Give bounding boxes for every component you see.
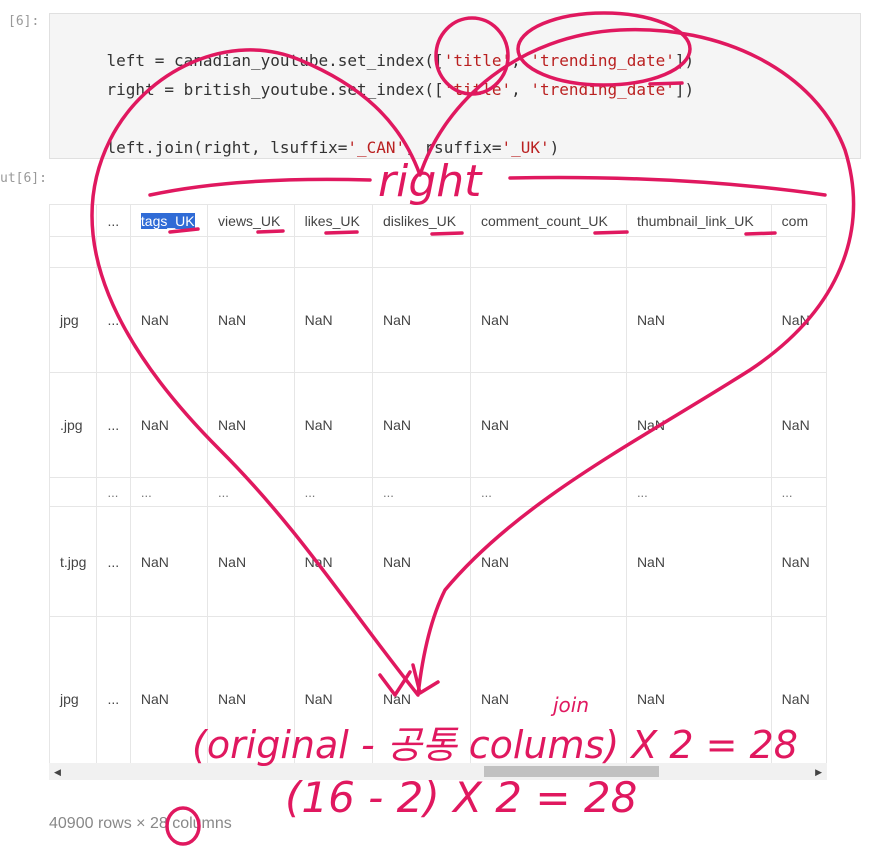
code-line-2: right = british_youtube.set_index(['titl…	[106, 80, 695, 99]
table-cell: NaN	[770, 267, 827, 373]
header-views-uk: views_UK	[207, 204, 295, 237]
dataframe-table: ... tags_UK views_UK likes_UK dislikes_U…	[49, 204, 827, 764]
table-cell: NaN	[470, 506, 627, 617]
table-cell: jpg	[49, 616, 98, 764]
header-row: ... tags_UK views_UK likes_UK dislikes_U…	[49, 204, 827, 237]
annotation-formula-2: (16 - 2) X 2 = 28	[285, 773, 637, 822]
table-cell: ...	[96, 372, 131, 478]
header-index	[49, 204, 98, 237]
table-cell: ...	[96, 506, 131, 617]
table-row: t.jpg ... NaN NaN NaN NaN NaN NaN NaN	[49, 506, 827, 617]
table-cell: ...	[96, 616, 131, 764]
table-cell: NaN	[470, 616, 627, 764]
table-cell: ...	[96, 477, 131, 507]
table-cell: t.jpg	[49, 506, 98, 617]
table-cell: NaN	[293, 267, 373, 373]
header-ellipsis: ...	[96, 204, 131, 237]
table-cell: NaN	[625, 372, 772, 478]
table-cell: NaN	[371, 616, 472, 764]
output-prompt: ut[6]:	[0, 171, 47, 186]
table-cell: .jpg	[49, 372, 98, 478]
table-cell: jpg	[49, 267, 98, 373]
header-comment-count-uk: comment_count_UK	[470, 204, 627, 237]
scroll-thumb[interactable]	[484, 766, 659, 777]
table-cell: NaN	[470, 267, 627, 373]
table-cell: NaN	[207, 616, 295, 764]
input-prompt: [6]:	[8, 14, 40, 29]
table-cell: NaN	[371, 506, 472, 617]
table-cell: NaN	[770, 372, 827, 478]
index-name-row	[49, 236, 827, 268]
right-bracket-left	[148, 177, 372, 197]
table-cell: NaN	[129, 267, 209, 373]
header-com: com	[770, 204, 827, 237]
table-cell: NaN	[129, 372, 209, 478]
table-cell: NaN	[293, 372, 373, 478]
table-cell: NaN	[625, 267, 772, 373]
scroll-right-icon[interactable]: ▶	[815, 767, 822, 778]
right-bracket-right	[508, 175, 827, 197]
table-cell: NaN	[207, 372, 295, 478]
code-line-3: left.join(right, lsuffix='_CAN', rsuffix…	[106, 138, 560, 157]
dataframe-shape: 40900 rows × 28 columns	[49, 815, 232, 832]
ellipsis-row: ... ... ... ... ... ... ... ...	[49, 477, 827, 507]
dataframe-output: ... tags_UK views_UK likes_UK dislikes_U…	[49, 204, 827, 764]
table-cell: NaN	[371, 267, 472, 373]
table-cell: ...	[96, 267, 131, 373]
table-cell: ...	[129, 477, 209, 507]
table-cell: ...	[470, 477, 627, 507]
table-cell: NaN	[129, 616, 209, 764]
table-row: jpg ... NaN NaN NaN NaN NaN NaN NaN	[49, 616, 827, 764]
table-cell: NaN	[625, 616, 772, 764]
table-cell: NaN	[770, 616, 827, 764]
scroll-left-icon[interactable]: ◀	[54, 767, 61, 778]
table-row: .jpg ... NaN NaN NaN NaN NaN NaN NaN	[49, 372, 827, 478]
header-dislikes-uk: dislikes_UK	[371, 204, 472, 237]
table-cell: ...	[625, 477, 772, 507]
table-cell: NaN	[770, 506, 827, 617]
code-cell[interactable]: left = canadian_youtube.set_index(['titl…	[49, 13, 861, 159]
horizontal-scrollbar[interactable]: ◀ ▶	[49, 763, 827, 780]
header-likes-uk: likes_UK	[293, 204, 373, 237]
selected-text: tags_UK	[140, 212, 195, 229]
table-cell	[49, 477, 98, 507]
header-tags-uk: tags_UK	[129, 204, 209, 237]
table-cell: NaN	[207, 506, 295, 617]
table-cell: NaN	[470, 372, 627, 478]
table-cell: ...	[293, 477, 373, 507]
table-cell: NaN	[129, 506, 209, 617]
header-thumbnail-link-uk: thumbnail_link_UK	[625, 204, 772, 237]
table-cell: NaN	[293, 616, 373, 764]
table-cell: ...	[371, 477, 472, 507]
table-cell: NaN	[371, 372, 472, 478]
table-cell: ...	[770, 477, 827, 507]
table-cell: NaN	[293, 506, 373, 617]
table-cell: ...	[207, 477, 295, 507]
table-cell: NaN	[625, 506, 772, 617]
table-row: jpg ... NaN NaN NaN NaN NaN NaN NaN	[49, 267, 827, 373]
table-cell: NaN	[207, 267, 295, 373]
